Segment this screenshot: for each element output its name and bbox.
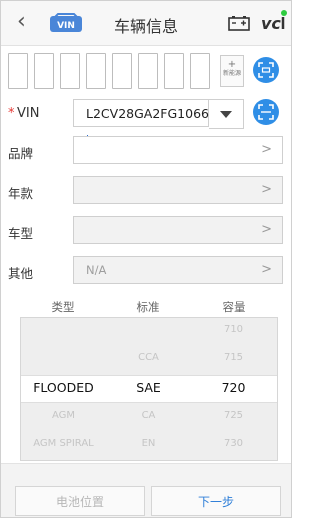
plate-char-box[interactable]	[60, 53, 80, 89]
picker-cell[interactable]: AGM SPIRAL	[21, 432, 106, 456]
plate-char-box[interactable]	[164, 53, 184, 89]
picker-column-standard[interactable]: CCA SAE CA EN	[106, 318, 191, 460]
chevron-right-icon: >	[261, 142, 272, 157]
bottom-action-bar: 电池位置 下一步	[1, 463, 291, 517]
picker-cell[interactable]	[106, 318, 191, 342]
picker-column-type[interactable]: FLOODED AGM AGM SPIRAL	[21, 318, 106, 460]
other-value: N/A	[86, 263, 107, 277]
back-icon[interactable]: ‹	[17, 9, 37, 35]
picker-cell[interactable]	[21, 318, 106, 342]
scan-icon	[258, 104, 274, 120]
next-button[interactable]: 下一步	[151, 486, 281, 516]
picker-cell-selected[interactable]: FLOODED	[21, 376, 106, 400]
new-energy-label: 新能源	[222, 70, 241, 77]
vin-value: L2CV28GA2FG106660	[86, 106, 225, 121]
other-row: 其他 N/A >	[1, 256, 291, 286]
picker-cell[interactable]	[21, 346, 106, 370]
battery-icon[interactable]	[227, 15, 251, 31]
vin-logo-text: VIN	[57, 21, 75, 31]
header-bar: ‹ VIN 车辆信息 vc	[1, 1, 291, 46]
year-select[interactable]: >	[73, 176, 283, 204]
vci-icon[interactable]: vc	[259, 7, 289, 37]
vin-history-dropdown[interactable]	[209, 99, 244, 129]
picker-cell[interactable]: EN	[106, 432, 191, 456]
brand-row: 品牌 >	[1, 136, 291, 166]
plate-char-box[interactable]	[190, 53, 210, 89]
year-row: 年款 >	[1, 176, 291, 206]
vin-input[interactable]: L2CV28GA2FG106660	[73, 99, 225, 151]
scan-icon	[258, 62, 274, 78]
vin-label: VIN	[17, 106, 40, 121]
model-label: 车型	[8, 226, 34, 241]
plate-char-box[interactable]	[112, 53, 132, 89]
required-mark: *	[8, 106, 15, 121]
brand-label: 品牌	[8, 146, 34, 161]
picker-column-capacity[interactable]: 710 715 720 725 730	[191, 318, 276, 460]
new-energy-plate-button[interactable]: + 新能源	[220, 55, 244, 87]
picker-header-type: 类型	[51, 300, 75, 314]
picker-cell[interactable]: 710	[191, 318, 276, 342]
other-label: 其他	[8, 266, 34, 281]
picker-cell[interactable]: 730	[191, 432, 276, 456]
year-label: 年款	[8, 186, 34, 201]
picker-cell[interactable]: CA	[106, 404, 191, 428]
chevron-right-icon: >	[261, 222, 272, 237]
picker-cell[interactable]: 715	[191, 346, 276, 370]
picker-cell-selected[interactable]: 720	[191, 376, 276, 400]
picker-cell-selected[interactable]: SAE	[106, 376, 191, 400]
svg-text:vc: vc	[261, 14, 281, 33]
battery-picker: FLOODED AGM AGM SPIRAL CCA SAE CA EN 710…	[20, 317, 278, 461]
model-select[interactable]: >	[73, 216, 283, 244]
picker-header: 类型 标准 容量	[1, 297, 291, 317]
picker-cell[interactable]: CCA	[106, 346, 191, 370]
plate-char-box[interactable]	[34, 53, 54, 89]
picker-cell[interactable]: AGM	[21, 404, 106, 428]
chevron-right-icon: >	[261, 262, 272, 277]
other-select[interactable]: N/A >	[73, 256, 283, 284]
plate-char-box[interactable]	[8, 53, 28, 89]
plate-char-box[interactable]	[86, 53, 106, 89]
brand-select[interactable]: >	[73, 136, 283, 164]
chevron-right-icon: >	[261, 182, 272, 197]
model-row: 车型 >	[1, 216, 291, 246]
picker-header-standard: 标准	[136, 300, 160, 314]
vin-logo-icon: VIN	[50, 13, 82, 32]
new-energy-plus: +	[227, 59, 237, 70]
plate-scan-button[interactable]	[253, 57, 279, 83]
app-frame: ‹ VIN 车辆信息 vc + 新能源 * VIN L2CV28GA2FG106…	[0, 0, 292, 518]
battery-position-button[interactable]: 电池位置	[15, 486, 145, 516]
vin-row: * VIN L2CV28GA2FG106660	[1, 97, 291, 151]
picker-header-capacity: 容量	[222, 300, 246, 314]
plate-input-row: + 新能源	[1, 53, 291, 89]
plate-char-box[interactable]	[138, 53, 158, 89]
picker-cell[interactable]: 725	[191, 404, 276, 428]
vin-scan-button[interactable]	[253, 99, 279, 125]
